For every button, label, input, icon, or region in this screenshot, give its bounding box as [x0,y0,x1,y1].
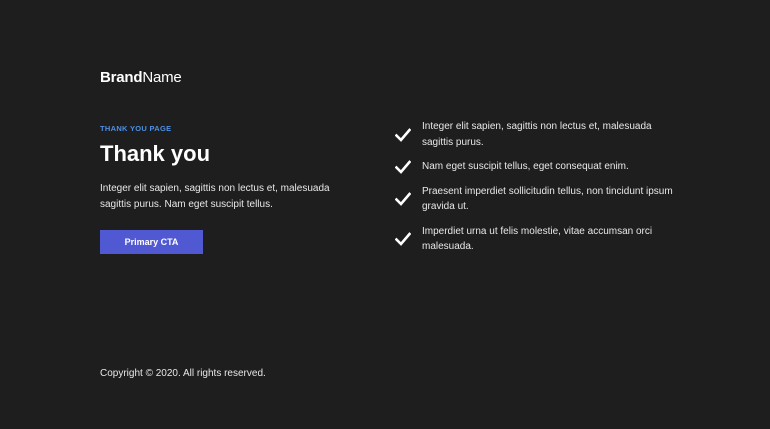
list-item: Praesent imperdiet sollicitudin tellus, … [395,184,675,215]
footer-copyright: Copyright © 2020. All rights reserved. [100,368,266,379]
list-item: Integer elit sapien, sagittis non lectus… [395,119,675,150]
check-icon [395,127,411,142]
feature-text: Nam eget suscipit tellus, eget consequat… [422,161,629,172]
brand-name-bold: Brand [100,69,143,86]
page-title: Thank you [100,141,211,166]
check-icon [395,159,411,174]
brand-name-light: Name [142,69,182,86]
feature-text: Imperdiet urna ut felis molestie, vitae … [422,225,653,253]
brand-logo[interactable]: BrandName [100,69,182,87]
hero-section: THANK YOU PAGE Thank you Integer elit sa… [100,124,360,254]
check-icon [395,232,411,246]
primary-cta-button[interactable]: Primary CTA [100,230,203,254]
feature-text: Praesent imperdiet sollicitudin tellus, … [422,185,673,213]
list-item: Nam eget suscipit tellus, eget consequat… [395,159,675,175]
feature-list: Integer elit sapien, sagittis non lectus… [395,119,675,264]
hero-description: Integer elit sapien, sagittis non lectus… [100,183,330,210]
check-icon [395,192,411,206]
list-item: Imperdiet urna ut felis molestie, vitae … [395,224,675,255]
feature-text: Integer elit sapien, sagittis non lectus… [422,121,652,148]
eyebrow-label: THANK YOU PAGE [100,124,172,133]
